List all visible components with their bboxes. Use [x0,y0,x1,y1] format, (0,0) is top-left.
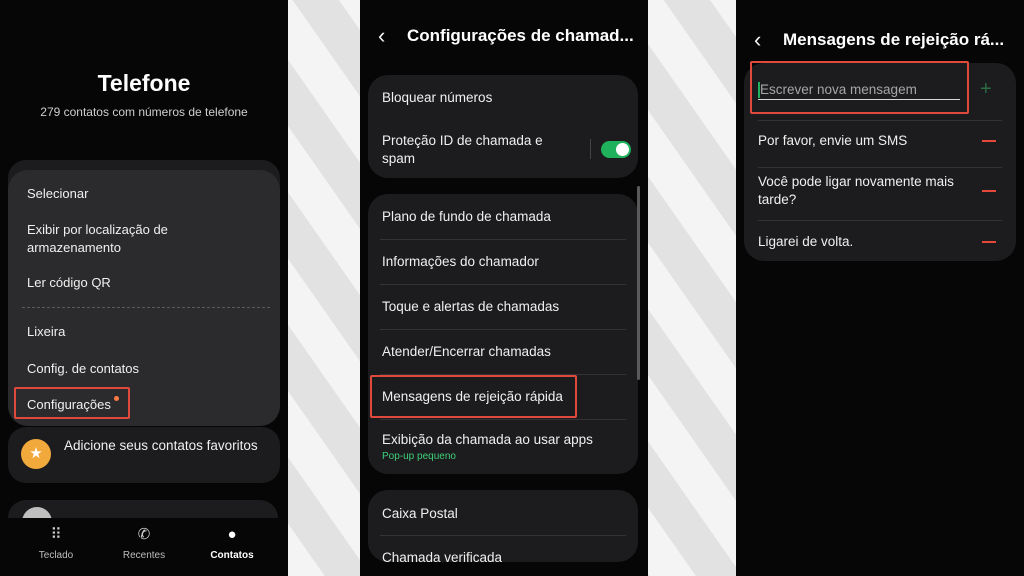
menu-item-select[interactable]: Selecionar [27,185,88,203]
row-call-display-subtitle: Pop-up pequeno [382,451,456,462]
row-divider [758,220,1002,221]
spam-protection-toggle[interactable] [601,141,631,158]
page-title: Mensagens de rejeição rá... [783,30,1005,49]
row-call-display-apps[interactable]: Exibição da chamada ao usar apps [382,431,593,449]
row-caller-info[interactable]: Informações do chamador [382,253,539,271]
menu-divider [22,307,270,308]
row-divider [758,167,1002,168]
phone-app-screen: Telefone 279 contatos com números de tel… [0,0,288,576]
tab-keypad[interactable]: ⠿ Teclado [16,526,96,561]
row-ringtone-alerts[interactable]: Toque e alertas de chamadas [382,298,559,316]
remove-icon[interactable] [982,190,996,192]
row-divider [380,239,626,240]
settings-card-block: Bloquear números Proteção ID de chamada … [368,75,638,178]
menu-item-contact-settings[interactable]: Config. de contatos [27,360,139,378]
tab-recents[interactable]: ✆ Recentes [104,526,184,561]
phone-log-icon: ✆ [137,526,151,543]
keypad-icon: ⠿ [50,526,62,543]
tab-contacts-label: Contatos [210,550,254,561]
quick-decline-screen: ‹ Mensagens de rejeição rá... Escrever n… [736,0,1024,576]
menu-item-view-by-storage[interactable]: Exibir por localização de armazenamento [27,221,207,257]
message-item[interactable]: Por favor, envie um SMS [758,132,968,150]
tab-recents-label: Recentes [122,550,166,561]
settings-card-calls: Plano de fundo de chamada Informações do… [368,194,638,474]
settings-card-voicemail: Caixa Postal Chamada verificada [368,490,638,565]
row-call-background[interactable]: Plano de fundo de chamada [382,208,551,226]
row-voicemail[interactable]: Caixa Postal [382,505,458,523]
tab-contacts[interactable]: ● Contatos [192,526,272,561]
tab-keypad-label: Teclado [38,550,74,561]
highlight-box-new-message [750,61,969,114]
row-divider [380,419,626,420]
toggle-knob [616,143,629,156]
row-divider [380,535,626,536]
row-divider [758,120,1002,121]
row-answer-end-calls[interactable]: Atender/Encerrar chamadas [382,343,551,361]
menu-item-read-qr[interactable]: Ler código QR [27,274,111,292]
highlight-box-quick-decline [370,375,577,418]
star-icon: ★ [21,439,51,469]
person-icon: ● [227,526,237,543]
add-icon[interactable]: + [980,78,992,101]
row-block-numbers[interactable]: Bloquear números [382,89,492,107]
bottom-navigation: ⠿ Teclado ✆ Recentes ● Contatos [0,518,288,576]
highlight-box-settings [14,387,130,419]
vertical-divider [590,139,591,159]
message-item[interactable]: Ligarei de volta. [758,233,968,251]
header: ‹ Configurações de chamad... [360,24,648,50]
message-item[interactable]: Você pode ligar novamente mais tarde? [758,173,968,209]
row-verified-call[interactable]: Chamada verificada [382,549,502,567]
row-divider [380,284,626,285]
call-settings-screen: ‹ Configurações de chamad... Bloquear nú… [360,0,648,576]
app-title: Telefone [97,70,191,96]
favorites-prompt: Adicione seus contatos favoritos [64,438,258,453]
remove-icon[interactable] [982,140,996,142]
back-arrow-icon[interactable]: ‹ [378,24,385,48]
header: ‹ Mensagens de rejeição rá... [736,28,1024,54]
contacts-count: 279 contatos com números de telefone [40,105,248,119]
page-title: Configurações de chamad... [407,26,634,45]
favorites-card[interactable]: ★ Adicione seus contatos favoritos [8,427,280,483]
row-divider [380,329,626,330]
scrollbar[interactable] [637,186,640,380]
menu-item-trash[interactable]: Lixeira [27,323,65,341]
remove-icon[interactable] [982,241,996,243]
row-caller-id-protection[interactable]: Proteção ID de chamada e spam [382,132,562,168]
back-arrow-icon[interactable]: ‹ [754,28,761,52]
